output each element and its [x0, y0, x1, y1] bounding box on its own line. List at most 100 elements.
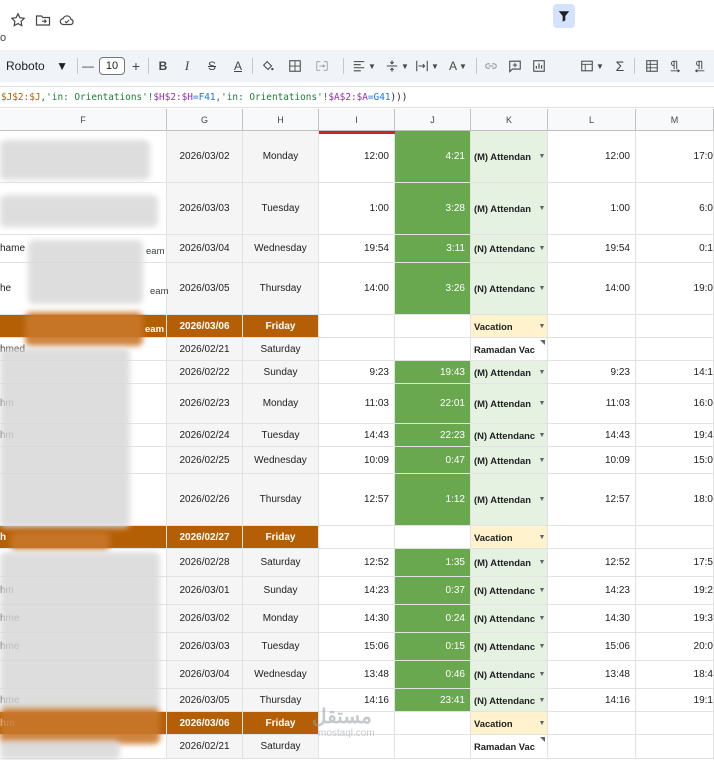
italic-button[interactable]: I	[180, 50, 194, 82]
cell-start-time[interactable]: 9:23	[548, 361, 636, 383]
cell-status-dropdown[interactable]: (M) Attendan ▼	[471, 361, 548, 383]
cell-end-time[interactable]: 18:0	[636, 474, 714, 525]
cell-duration[interactable]: 3:26	[395, 263, 471, 314]
cell-end-time[interactable]: 6:0	[636, 183, 714, 234]
cell-end-time[interactable]: 18:4	[636, 661, 714, 688]
cell-start-time[interactable]: 14:23	[548, 577, 636, 604]
cell-status-dropdown[interactable]: Ramadan Vac	[471, 735, 548, 758]
cell-duration[interactable]: 4:21	[395, 131, 471, 182]
cell-duration[interactable]: 22:23	[395, 424, 471, 446]
cell-duration[interactable]: 0:47	[395, 447, 471, 473]
cell-end-time[interactable]: 19:0	[636, 263, 714, 314]
move-to-folder-icon[interactable]	[35, 12, 51, 28]
cell-day[interactable]: Saturday	[243, 735, 319, 758]
cell-end-time[interactable]: 17:0	[636, 131, 714, 182]
cell-end-time[interactable]: 19:3	[636, 605, 714, 632]
menu-stub[interactable]: o	[0, 32, 6, 44]
strikethrough-button[interactable]: S	[205, 50, 219, 82]
cell-end-time[interactable]	[636, 315, 714, 337]
cell-check-in[interactable]: 14:23	[319, 577, 395, 604]
cell-check-in[interactable]: 12:00	[319, 131, 395, 182]
dropdown-arrow-icon[interactable]: ▼	[537, 457, 547, 464]
bold-button[interactable]: B	[156, 50, 170, 82]
table-icon[interactable]	[644, 50, 660, 82]
cell-day[interactable]: Sunday	[243, 361, 319, 383]
cell-start-time[interactable]: 1:00	[548, 183, 636, 234]
cell-status-dropdown[interactable]: (N) Attendanc ▼	[471, 577, 548, 604]
cell-date[interactable]: 2026/03/05	[167, 689, 243, 711]
cell-status-dropdown[interactable]: (N) Attendanc ▼	[471, 633, 548, 660]
dropdown-arrow-icon[interactable]: ▼	[537, 697, 547, 704]
cell-day[interactable]: Tuesday	[243, 424, 319, 446]
cell-status-dropdown[interactable]: (N) Attendanc ▼	[471, 661, 548, 688]
cell-status-dropdown[interactable]: (N) Attendanc ▼	[471, 263, 548, 314]
cell-duration[interactable]: 1:12	[395, 474, 471, 525]
cell-start-time[interactable]: 14:00	[548, 263, 636, 314]
dropdown-arrow-icon[interactable]: ▼	[537, 400, 547, 407]
decrease-font-size-button[interactable]: —	[81, 50, 95, 82]
cell-duration[interactable]	[395, 712, 471, 734]
cell-end-time[interactable]: 19:2	[636, 577, 714, 604]
column-header-l[interactable]: L	[548, 109, 636, 131]
cell-day[interactable]: Tuesday	[243, 183, 319, 234]
cell-day[interactable]: Monday	[243, 131, 319, 182]
cell-duration[interactable]: 0:46	[395, 661, 471, 688]
functions-icon[interactable]: Σ	[612, 50, 628, 82]
cell-day[interactable]: Sunday	[243, 577, 319, 604]
cell-start-time[interactable]: 12:57	[548, 474, 636, 525]
cell-status-dropdown[interactable]: (N) Attendanc ▼	[471, 689, 548, 711]
cell-end-time[interactable]	[636, 735, 714, 758]
column-header-h[interactable]: H	[243, 109, 319, 131]
cell-start-time[interactable]: 12:52	[548, 549, 636, 576]
dropdown-arrow-icon[interactable]: ▼	[537, 643, 547, 650]
dropdown-arrow-icon[interactable]: ▼	[537, 432, 547, 439]
vertical-align-icon[interactable]: ▼	[385, 50, 409, 82]
cell-date[interactable]: 2026/02/21	[167, 735, 243, 758]
cell-date[interactable]: 2026/02/23	[167, 384, 243, 423]
dropdown-arrow-icon[interactable]: ▼	[537, 559, 547, 566]
cell-check-in[interactable]: 13:48	[319, 661, 395, 688]
cell-duration[interactable]: 1:35	[395, 549, 471, 576]
cell-start-time[interactable]	[548, 735, 636, 758]
cell-check-in[interactable]: 12:57	[319, 474, 395, 525]
cell-date[interactable]: 2026/02/22	[167, 361, 243, 383]
filter-icon[interactable]	[553, 4, 575, 28]
column-header-i[interactable]: I	[319, 109, 395, 131]
cell-check-in[interactable]: 19:54	[319, 235, 395, 262]
increase-font-size-button[interactable]: +	[129, 50, 143, 82]
cell-start-time[interactable]: 19:54	[548, 235, 636, 262]
column-header-k[interactable]: K	[471, 109, 548, 131]
cell-day[interactable]: Wednesday	[243, 447, 319, 473]
cell-date[interactable]: 2026/03/05	[167, 263, 243, 314]
cell-end-time[interactable]: 0:1	[636, 235, 714, 262]
dropdown-arrow-icon[interactable]: ▼	[537, 615, 547, 622]
cloud-saved-icon[interactable]	[59, 12, 75, 28]
cell-end-time[interactable]	[636, 338, 714, 360]
font-family-select[interactable]: Roboto ▼	[6, 50, 72, 82]
cell-end-time[interactable]: 14:1	[636, 361, 714, 383]
cell-check-in[interactable]	[319, 338, 395, 360]
cell-day[interactable]: Wednesday	[243, 235, 319, 262]
dropdown-arrow-icon[interactable]: ▼	[537, 534, 547, 541]
cell-duration[interactable]: 23:41	[395, 689, 471, 711]
cell-check-in[interactable]: 10:09	[319, 447, 395, 473]
cell-day[interactable]: Tuesday	[243, 633, 319, 660]
cell-status-dropdown[interactable]: (M) Attendan ▼	[471, 447, 548, 473]
column-header-m[interactable]: M	[636, 109, 714, 131]
cell-check-in[interactable]: 14:43	[319, 424, 395, 446]
text-rotation-icon[interactable]: A ▼	[446, 50, 470, 82]
cell-status-dropdown[interactable]: Vacation ▼	[471, 712, 548, 734]
cell-check-in[interactable]: 11:03	[319, 384, 395, 423]
dropdown-arrow-icon[interactable]: ▼	[537, 369, 547, 376]
cell-date[interactable]: 2026/03/06	[167, 315, 243, 337]
cell-end-time[interactable]: 19:4	[636, 424, 714, 446]
cell-end-time[interactable]: 19:1	[636, 689, 714, 711]
cell-date[interactable]: 2026/03/03	[167, 633, 243, 660]
cell-date[interactable]: 2026/03/01	[167, 577, 243, 604]
dropdown-arrow-icon[interactable]: ▼	[537, 496, 547, 503]
cell-start-time[interactable]	[548, 526, 636, 548]
column-header-f[interactable]: F	[0, 109, 167, 131]
cell-check-in[interactable]: 1:00	[319, 183, 395, 234]
cell-date[interactable]: 2026/03/04	[167, 235, 243, 262]
cell-status-dropdown[interactable]: (M) Attendan ▼	[471, 549, 548, 576]
